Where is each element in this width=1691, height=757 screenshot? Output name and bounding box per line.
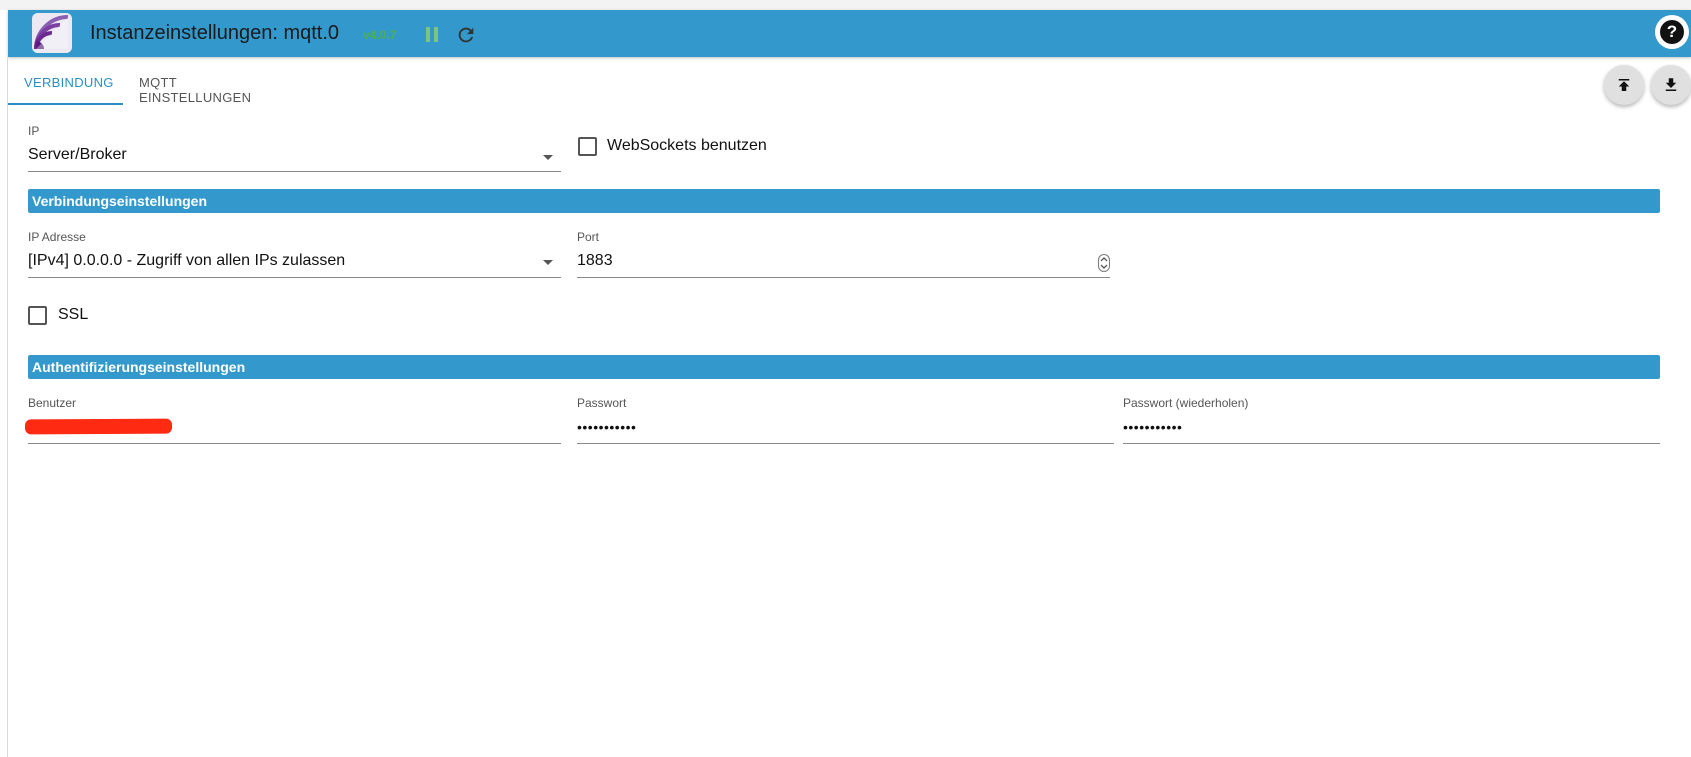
- password-underline: [577, 443, 1114, 444]
- user-label: Benutzer: [28, 396, 77, 410]
- websockets-label: WebSockets benutzen: [607, 137, 767, 154]
- password-input[interactable]: •••••••••••: [577, 419, 636, 435]
- tab-verbindung[interactable]: VERBINDUNG: [24, 75, 114, 90]
- app-header: Instanzeinstellungen: mqtt.0 v4.0.7: [8, 10, 1691, 57]
- ip-select-value[interactable]: Server/Broker: [28, 146, 127, 164]
- pause-icon[interactable]: [426, 27, 440, 43]
- port-label: Port: [577, 230, 600, 244]
- password-repeat-input[interactable]: •••••••••••: [1123, 419, 1182, 435]
- section-title-auth: Authentifizierungseinstellungen: [32, 359, 246, 375]
- refresh-icon[interactable]: [455, 24, 477, 46]
- help-glyph: ?: [1660, 20, 1684, 44]
- help-icon[interactable]: ?: [1655, 15, 1689, 49]
- ip-label: IP: [28, 124, 40, 138]
- ip-select-underline: [28, 171, 561, 172]
- chevron-down-icon[interactable]: [543, 260, 553, 265]
- page-title: Instanzeinstellungen: mqtt.0: [90, 22, 340, 44]
- password-repeat-label: Passwort (wiederholen): [1123, 396, 1249, 410]
- redacted-user-value: [24, 418, 173, 435]
- ip-address-select-value[interactable]: [IPv4] 0.0.0.0 - Zugriff von allen IPs z…: [28, 252, 345, 270]
- port-input[interactable]: 1883: [577, 252, 613, 270]
- port-stepper-icon[interactable]: [1098, 254, 1110, 272]
- upload-settings-button[interactable]: [1604, 65, 1644, 105]
- ip-address-underline: [28, 277, 561, 278]
- port-underline: [577, 277, 1110, 278]
- section-header-connection: Verbindungseinstellungen: [28, 189, 1660, 213]
- websockets-checkbox[interactable]: [578, 137, 597, 156]
- download-settings-button[interactable]: [1651, 65, 1691, 105]
- active-tab-indicator: [8, 103, 123, 105]
- ip-address-label: IP Adresse: [28, 230, 86, 244]
- password-repeat-underline: [1123, 443, 1660, 444]
- upload-icon: [1618, 79, 1630, 91]
- section-title-connection: Verbindungseinstellungen: [32, 193, 208, 209]
- mqtt-logo-icon: [32, 13, 72, 53]
- password-label: Passwort: [577, 396, 627, 410]
- version-badge: v4.0.7: [363, 28, 397, 42]
- window-top-strip: [0, 0, 1691, 10]
- download-icon: [1665, 78, 1677, 91]
- ssl-label: SSL: [58, 306, 89, 323]
- chevron-down-icon[interactable]: [543, 155, 553, 160]
- tab-mqtt-einstellungen[interactable]: MQTT EINSTELLUNGEN: [139, 75, 251, 105]
- section-header-auth: Authentifizierungseinstellungen: [28, 355, 1660, 379]
- content-left-border: [7, 57, 8, 757]
- ssl-checkbox[interactable]: [28, 306, 47, 325]
- user-input-underline[interactable]: [28, 443, 561, 444]
